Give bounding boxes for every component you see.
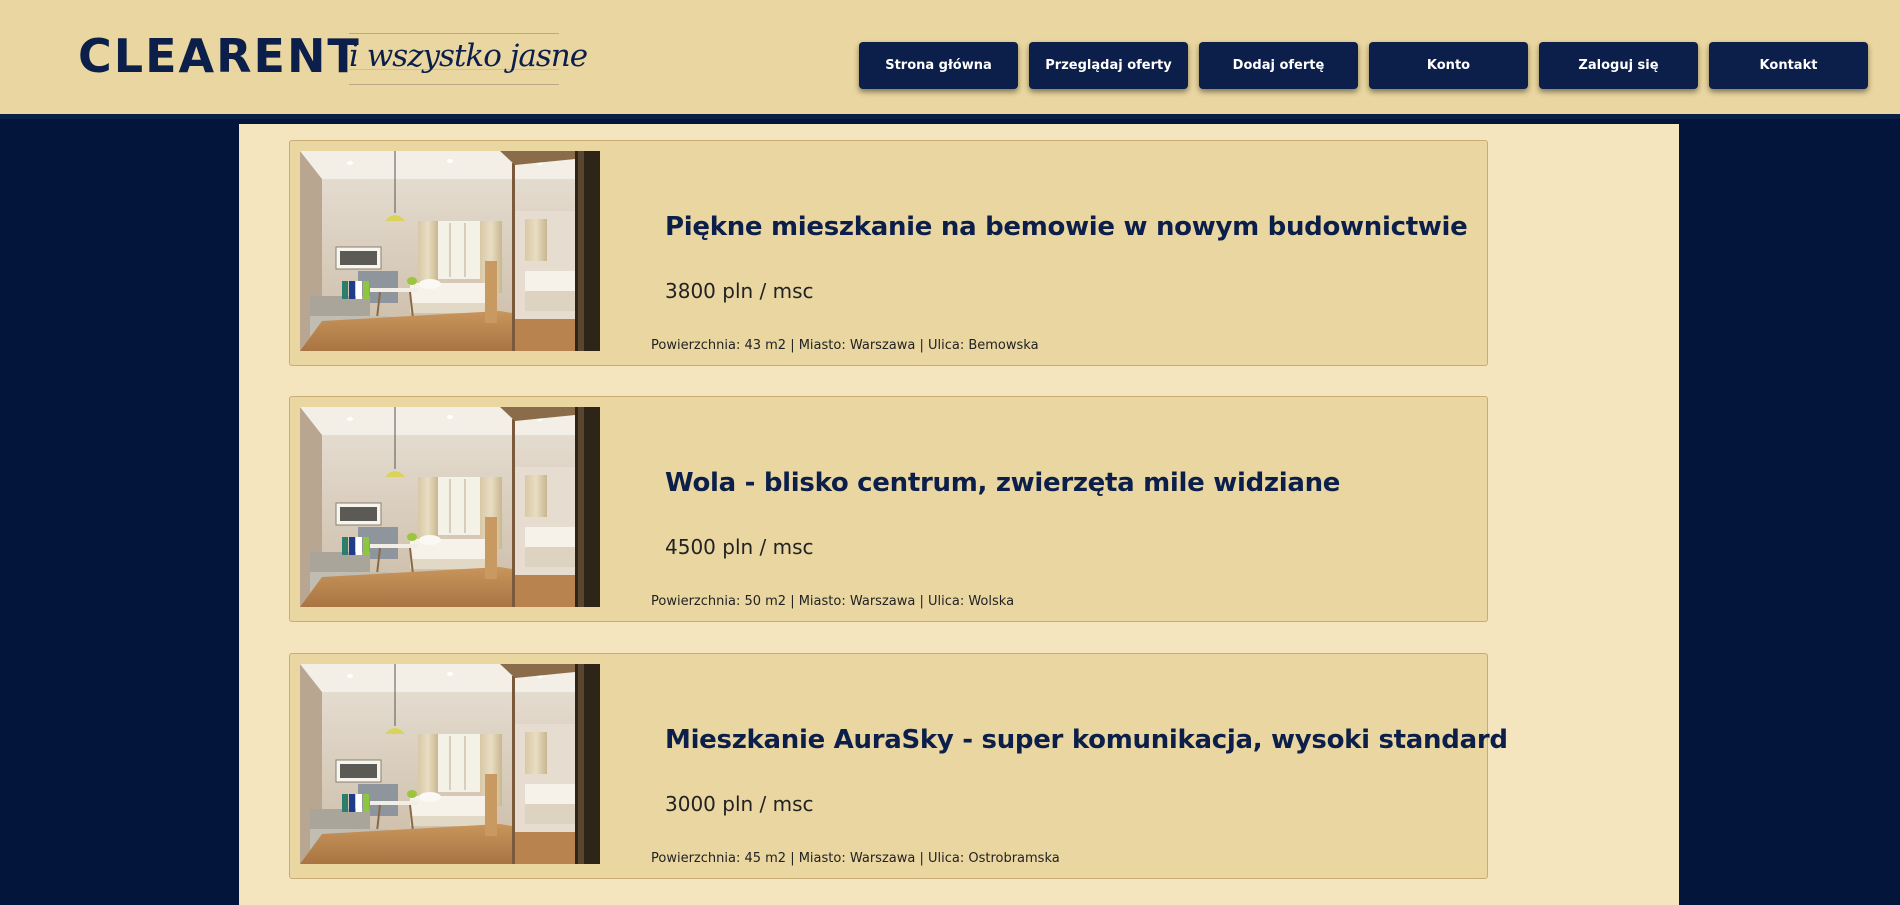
nav-account-button[interactable]: Konto: [1369, 42, 1528, 89]
nav-home-button[interactable]: Strona główna: [859, 42, 1018, 89]
listing-price: 3800 pln / msc: [665, 279, 814, 303]
bedroom-photo-icon[interactable]: [300, 664, 600, 864]
site-header: CLEARENT i wszystko jasne Strona główna …: [0, 0, 1900, 119]
listing-price: 4500 pln / msc: [665, 535, 814, 559]
listing-details: Powierzchnia: 50 m2 | Miasto: Warszawa |…: [651, 594, 1015, 609]
listings-panel: Piękne mieszkanie na bemowie w nowym bud…: [239, 124, 1679, 905]
nav-login-button[interactable]: Zaloguj się: [1539, 42, 1698, 89]
main-nav: Strona główna Przeglądaj oferty Dodaj of…: [859, 42, 1868, 89]
bedroom-photo-icon[interactable]: [300, 151, 600, 351]
listing-title[interactable]: Piękne mieszkanie na bemowie w nowym bud…: [665, 212, 1468, 242]
listing-price: 3000 pln / msc: [665, 792, 814, 816]
nav-add-offer-button[interactable]: Dodaj ofertę: [1199, 42, 1358, 89]
site-logo[interactable]: CLEARENT: [78, 30, 361, 82]
listing-title[interactable]: Mieszkanie AuraSky - super komunikacja, …: [665, 725, 1508, 755]
nav-browse-offers-button[interactable]: Przeglądaj oferty: [1029, 42, 1188, 89]
listing-details: Powierzchnia: 43 m2 | Miasto: Warszawa |…: [651, 338, 1039, 353]
listing-title[interactable]: Wola - blisko centrum, zwierzęta mile wi…: [665, 468, 1340, 498]
listing-card[interactable]: Wola - blisko centrum, zwierzęta mile wi…: [289, 396, 1488, 622]
listing-card[interactable]: Mieszkanie AuraSky - super komunikacja, …: [289, 653, 1508, 879]
bedroom-photo-icon[interactable]: [300, 407, 600, 607]
listing-details: Powierzchnia: 45 m2 | Miasto: Warszawa |…: [651, 851, 1060, 866]
listing-card[interactable]: Piękne mieszkanie na bemowie w nowym bud…: [289, 140, 1488, 366]
site-tagline: i wszystko jasne: [349, 33, 588, 85]
nav-contact-button[interactable]: Kontakt: [1709, 42, 1868, 89]
